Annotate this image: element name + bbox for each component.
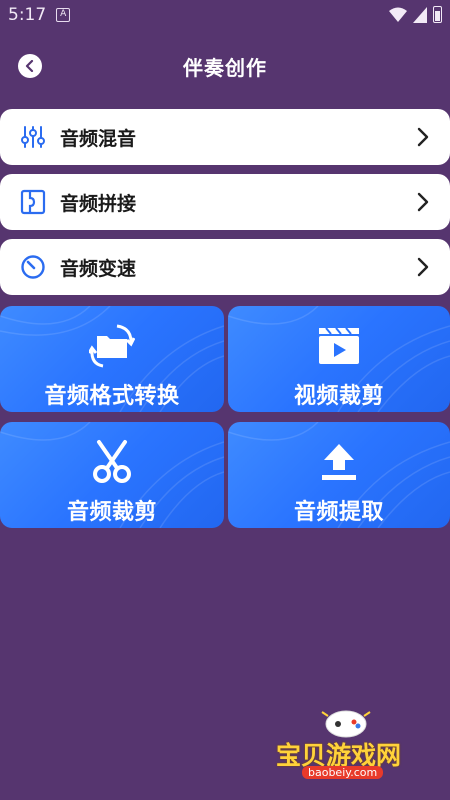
battery-icon — [433, 6, 442, 23]
row-label: 音频变速 — [60, 258, 137, 280]
watermark-logo: 宝贝游戏网 baobeiy.com — [272, 706, 422, 792]
tile-label: 视频裁剪 — [293, 384, 384, 409]
tile-audio-crop[interactable]: 音频裁剪 — [0, 422, 224, 528]
tile-label: 音频裁剪 — [66, 500, 157, 525]
row-audio-mix[interactable]: 音频混音 — [0, 109, 450, 165]
status-bar: 5:17 A — [0, 0, 450, 30]
notification-icon: A — [56, 8, 71, 22]
signal-icon — [413, 6, 427, 23]
status-time: 5:17 — [8, 5, 47, 25]
wifi-icon — [389, 7, 407, 22]
gamepad-logo-icon — [321, 710, 371, 738]
upload-icon — [322, 444, 356, 480]
tile-label: 音频格式转换 — [44, 384, 180, 409]
chevron-right-icon — [417, 192, 429, 212]
tile-audio-format-convert[interactable]: 音频格式转换 — [0, 306, 224, 412]
folder-convert-icon — [89, 324, 135, 368]
row-audio-splice[interactable]: 音频拼接 — [0, 174, 450, 230]
speed-dial-icon — [21, 255, 45, 279]
splice-icon — [20, 189, 46, 215]
tile-label: 音频提取 — [293, 500, 384, 525]
tile-video-crop[interactable]: 视频裁剪 — [228, 306, 450, 412]
row-audio-speed[interactable]: 音频变速 — [0, 239, 450, 295]
page-title: 伴奏创作 — [183, 56, 267, 80]
row-label: 音频混音 — [60, 128, 137, 150]
status-indicators — [389, 6, 442, 23]
chevron-right-icon — [417, 257, 429, 277]
mixer-sliders-icon — [21, 126, 45, 148]
watermark-domain: baobeiy.com — [302, 766, 384, 779]
header: 伴奏创作 — [0, 44, 450, 88]
video-clapper-icon — [319, 327, 359, 364]
tile-audio-extract[interactable]: 音频提取 — [228, 422, 450, 528]
scissors-icon — [93, 440, 131, 483]
row-label: 音频拼接 — [60, 193, 137, 215]
chevron-right-icon — [417, 127, 429, 147]
